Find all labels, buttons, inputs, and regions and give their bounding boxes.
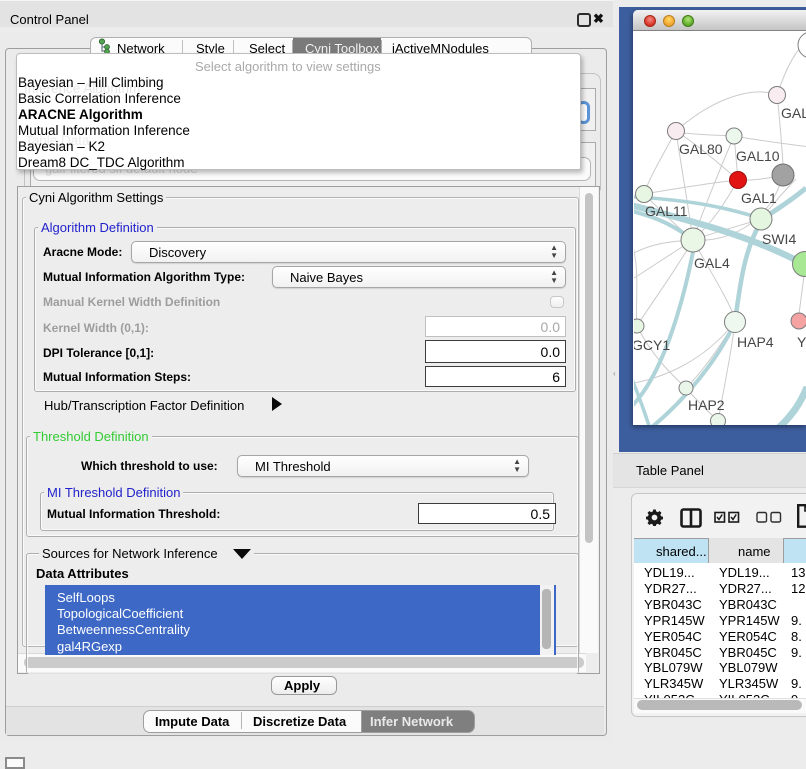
svg-text:GCY1: GCY1: [634, 337, 670, 353]
svg-text:GAL: GAL: [781, 105, 806, 121]
svg-text:HAP2: HAP2: [688, 397, 725, 413]
svg-text:SWI4: SWI4: [762, 231, 796, 247]
svg-text:HAP4: HAP4: [737, 334, 774, 350]
svg-text:GAL1: GAL1: [741, 190, 777, 206]
svg-text:GAL80: GAL80: [679, 141, 723, 157]
svg-text:GAL4: GAL4: [694, 255, 730, 271]
svg-text:Y: Y: [797, 334, 806, 350]
svg-text:GAL10: GAL10: [736, 148, 780, 164]
svg-text:GAL11: GAL11: [645, 203, 688, 219]
